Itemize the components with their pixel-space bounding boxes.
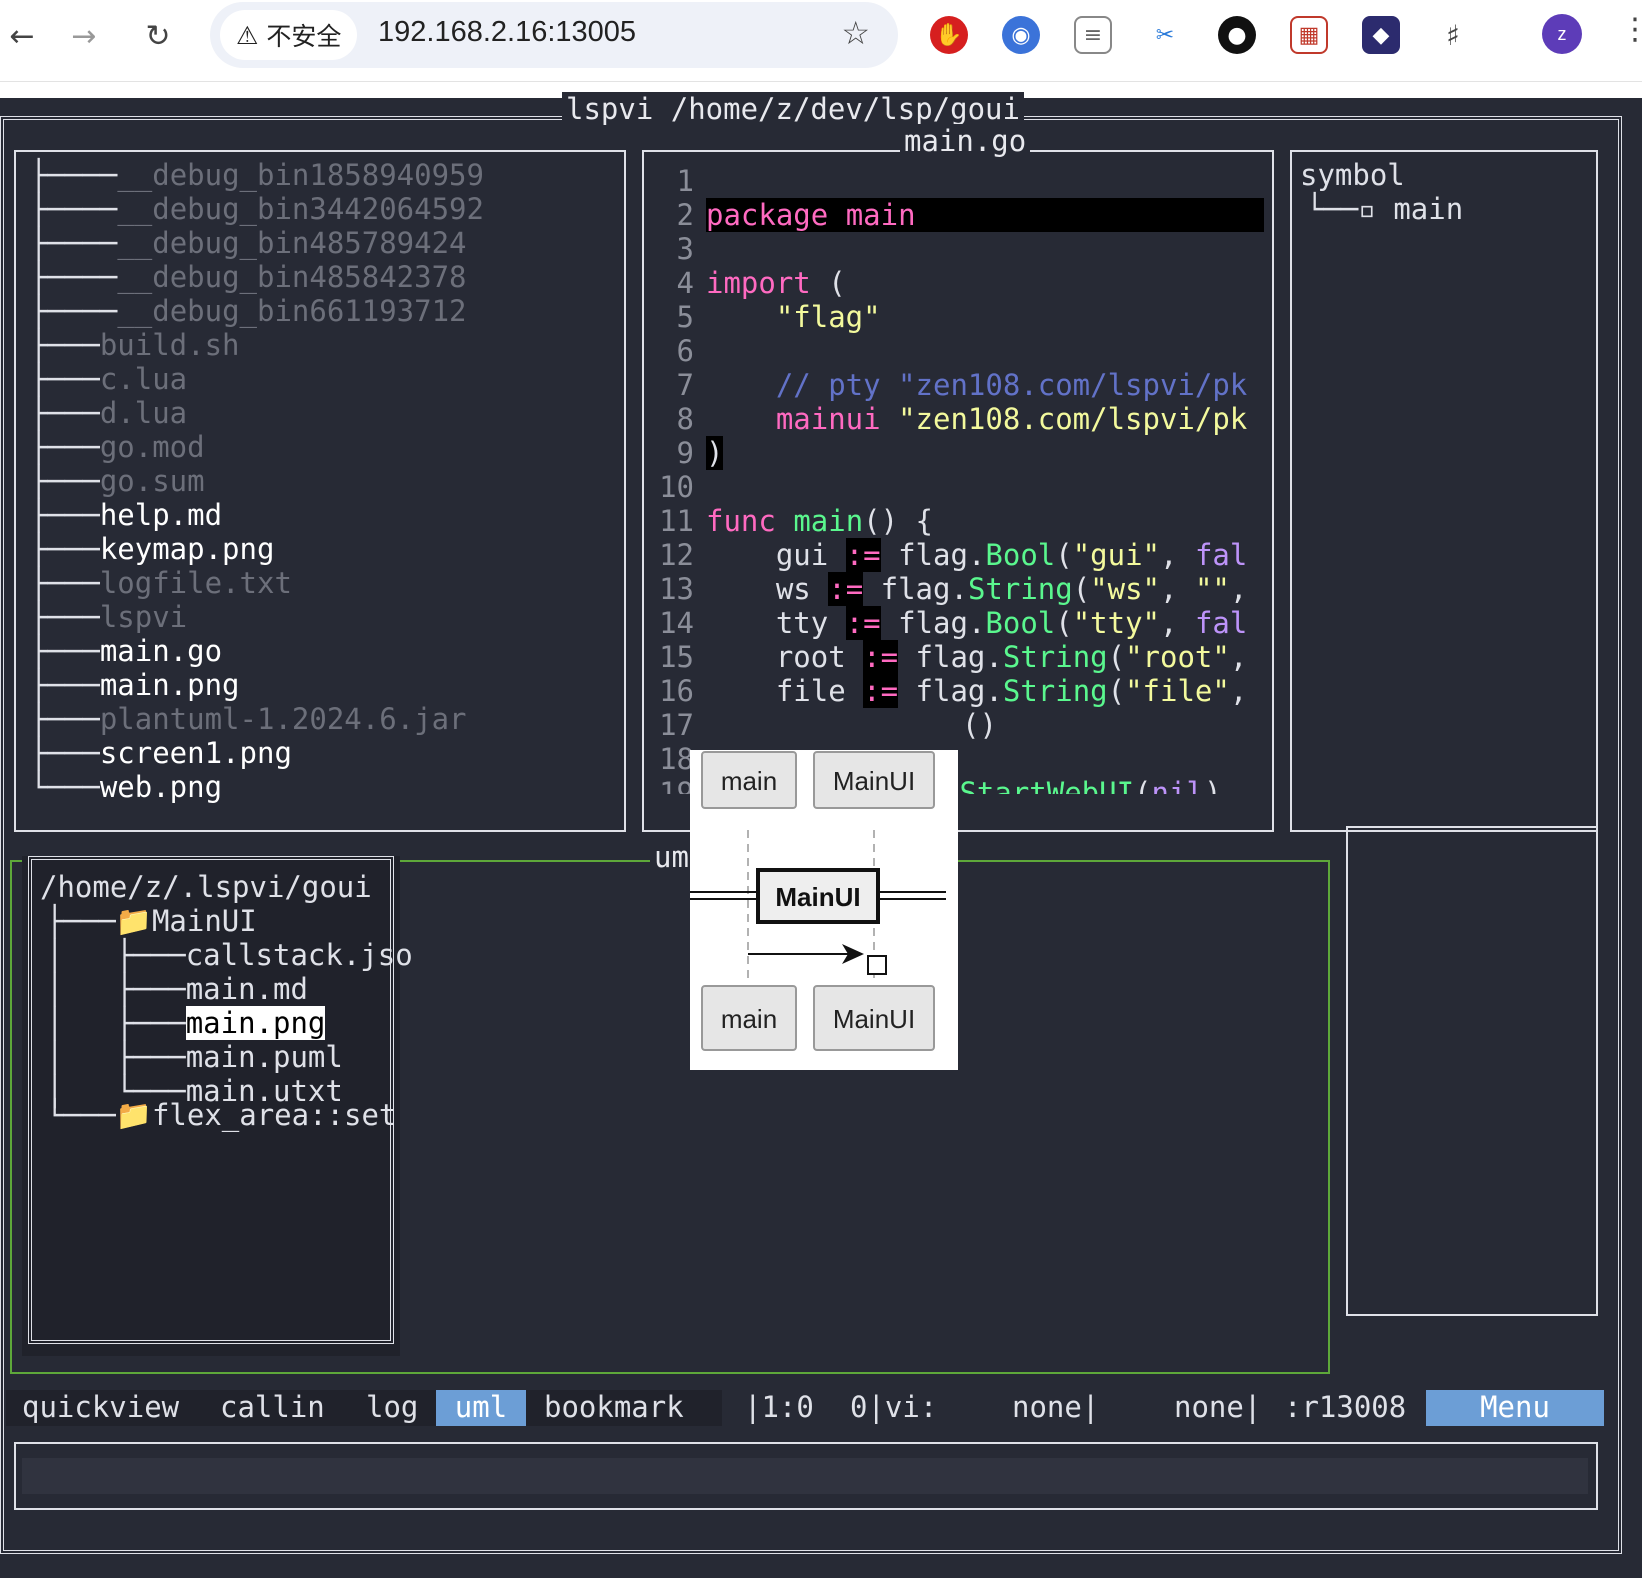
code-line-13[interactable]: tty := flag.Bool("tty", fal bbox=[652, 572, 1264, 640]
bookmark-star-icon[interactable]: ☆ bbox=[841, 14, 870, 52]
symbol-title: symbol bbox=[1300, 158, 1405, 192]
code-line-7[interactable]: mainui "zen108.com/lspvi/pk bbox=[652, 368, 1264, 436]
file-tree-item[interactable]: ├────__debug_bin3442064592 bbox=[30, 192, 484, 226]
warning-icon: ⚠ bbox=[236, 20, 259, 50]
address-bar[interactable]: ⚠ 不安全 192.168.2.16:13005 ☆ bbox=[210, 2, 898, 68]
tab-callin[interactable]: callin bbox=[216, 1390, 329, 1426]
file-tree-item[interactable]: ├───main.go bbox=[30, 634, 222, 668]
code-line-14[interactable]: root := flag.String("root", bbox=[652, 606, 1264, 674]
code-line-16[interactable]: () bbox=[652, 674, 1264, 742]
code-area[interactable]: 1 2 3 4 5 6 7 8 9 10 11 12 13 14 15 16 17 18 19 package ma… bbox=[652, 164, 1264, 794]
globe-extension-icon[interactable]: ◉ bbox=[1002, 16, 1040, 54]
file-tree-item[interactable]: ├───main.png bbox=[30, 668, 240, 702]
file-tree-item[interactable]: ├───logfile.txt bbox=[30, 566, 292, 600]
profile-avatar[interactable]: z bbox=[1542, 14, 1582, 54]
code-line-15[interactable]: file := flag.String("file", bbox=[652, 640, 1264, 708]
uml-participant-mainui-top: MainUI bbox=[833, 766, 915, 796]
uml-participant-main-bottom: main bbox=[721, 1004, 777, 1034]
obsidian-extension-icon[interactable]: ◆ bbox=[1362, 16, 1400, 54]
uml-diagram-popup: main MainUI MainUI main MainUI bbox=[690, 750, 958, 1070]
tab-log[interactable]: log bbox=[362, 1390, 423, 1426]
status-field-2: none| bbox=[1174, 1390, 1262, 1424]
command-input[interactable] bbox=[22, 1458, 1588, 1494]
file-tree-item[interactable]: ├────__debug_bin485842378 bbox=[30, 260, 467, 294]
file-tree-item[interactable]: ├───go.sum bbox=[30, 464, 205, 498]
status-field-1: none| bbox=[1012, 1390, 1100, 1424]
extensions-puzzle-icon[interactable]: ♯ bbox=[1434, 16, 1472, 54]
scissors-extension-icon[interactable]: ✂ bbox=[1146, 16, 1184, 54]
uml-root-path: /home/z/.lspvi/goui bbox=[40, 870, 372, 904]
file-tree-item[interactable]: └───web.png bbox=[30, 770, 222, 804]
security-chip[interactable]: ⚠ 不安全 bbox=[220, 10, 358, 60]
file-tree-item[interactable]: ├────__debug_bin485789424 bbox=[30, 226, 467, 260]
code-line-10[interactable]: func main() { bbox=[652, 470, 1264, 538]
uml-divider-label: MainUI bbox=[775, 882, 860, 912]
tool-extension-icon[interactable]: ▦ bbox=[1290, 16, 1328, 54]
file-tree-item[interactable]: ├───lspvi bbox=[30, 600, 187, 634]
uml-file-item[interactable]: │ ├───main.png bbox=[46, 1006, 326, 1040]
back-icon[interactable]: ← bbox=[0, 14, 44, 58]
code-line-4[interactable]: "flag" bbox=[652, 266, 1264, 334]
tab-quickview[interactable]: quickview bbox=[18, 1390, 184, 1426]
file-tree-item[interactable]: ├───screen1.png bbox=[30, 736, 292, 770]
status-port: :r13008 bbox=[1284, 1390, 1407, 1424]
adblock-extension-icon[interactable]: ✋ bbox=[930, 16, 968, 54]
uml-panel-title: um bbox=[650, 840, 693, 874]
tab-bookmark[interactable]: bookmark bbox=[540, 1390, 688, 1426]
folder-icon: 📁 bbox=[115, 904, 152, 938]
reload-icon[interactable]: ↻ bbox=[136, 14, 180, 58]
uml-folder-flex-area[interactable]: └───📁flex_area::set bbox=[46, 1098, 396, 1132]
code-line-12[interactable]: ws := flag.String("ws", "", bbox=[652, 538, 1264, 606]
preview-panel bbox=[1346, 826, 1598, 1316]
security-label: 不安全 bbox=[266, 22, 342, 51]
editor-title: main.go bbox=[900, 124, 1031, 158]
symbol-item[interactable]: └──▫ main bbox=[1306, 192, 1463, 226]
status-position: |1:0 bbox=[744, 1390, 814, 1424]
tab-uml[interactable]: uml bbox=[436, 1390, 526, 1426]
uml-diagram: main MainUI MainUI main MainUI bbox=[690, 751, 946, 1051]
uml-file-item[interactable]: │ ├───main.puml bbox=[46, 1040, 343, 1074]
code-line-11[interactable]: gui := flag.Bool("gui", fal bbox=[652, 504, 1264, 572]
menu-button[interactable]: Menu bbox=[1426, 1390, 1604, 1426]
file-tree-item[interactable]: ├───c.lua bbox=[30, 362, 187, 396]
forward-icon[interactable]: → bbox=[62, 14, 106, 58]
file-tree-item[interactable]: ├───d.lua bbox=[30, 396, 187, 430]
code-line-8[interactable]: ) bbox=[652, 402, 1264, 470]
file-tree-item[interactable]: ├────__debug_bin661193712 bbox=[30, 294, 467, 328]
code-line-1[interactable]: package main bbox=[652, 164, 1264, 232]
file-tree-item[interactable]: ├───keymap.png bbox=[30, 532, 274, 566]
symbol-panel bbox=[1290, 150, 1598, 832]
uml-file-item[interactable]: │ ├───callstack.jso bbox=[46, 938, 413, 972]
app-title: lspvi /home/z/dev/lsp/goui bbox=[562, 92, 1024, 126]
browser-menu-icon[interactable]: ⋮ bbox=[1620, 12, 1642, 47]
uml-file-item[interactable]: │ ├───main.md bbox=[46, 972, 308, 1006]
github-extension-icon[interactable]: ● bbox=[1218, 16, 1256, 54]
code-line-6[interactable]: // pty "zen108.com/lspvi/pk bbox=[652, 334, 1264, 402]
file-tree-item[interactable]: ├───help.md bbox=[30, 498, 222, 532]
url-text[interactable]: 192.168.2.16:13005 bbox=[378, 16, 636, 49]
file-tree-item[interactable]: ├───go.mod bbox=[30, 430, 205, 464]
browser-toolbar: ← → ↻ ⚠ 不安全 192.168.2.16:13005 ☆ ✋ ◉ ≡ ✂… bbox=[0, 0, 1642, 82]
file-tree-item[interactable]: ├───plantuml-1.2024.6.jar bbox=[30, 702, 467, 736]
uml-folder-mainui[interactable]: ├───📁MainUI bbox=[46, 904, 257, 938]
folder-icon: 📁 bbox=[115, 1098, 152, 1132]
file-tree-item[interactable]: ├────__debug_bin1858940959 bbox=[30, 158, 484, 192]
status-mode: 0|vi: bbox=[850, 1390, 938, 1424]
code-line-3[interactable]: import ( bbox=[652, 232, 1264, 300]
reader-extension-icon[interactable]: ≡ bbox=[1074, 16, 1112, 54]
lspvi-terminal: lspvi /home/z/dev/lsp/goui ├────__debug_… bbox=[0, 92, 1642, 1578]
uml-participant-main-top: main bbox=[721, 766, 777, 796]
file-tree-item[interactable]: ├───build.sh bbox=[30, 328, 240, 362]
uml-participant-mainui-bottom: MainUI bbox=[833, 1004, 915, 1034]
